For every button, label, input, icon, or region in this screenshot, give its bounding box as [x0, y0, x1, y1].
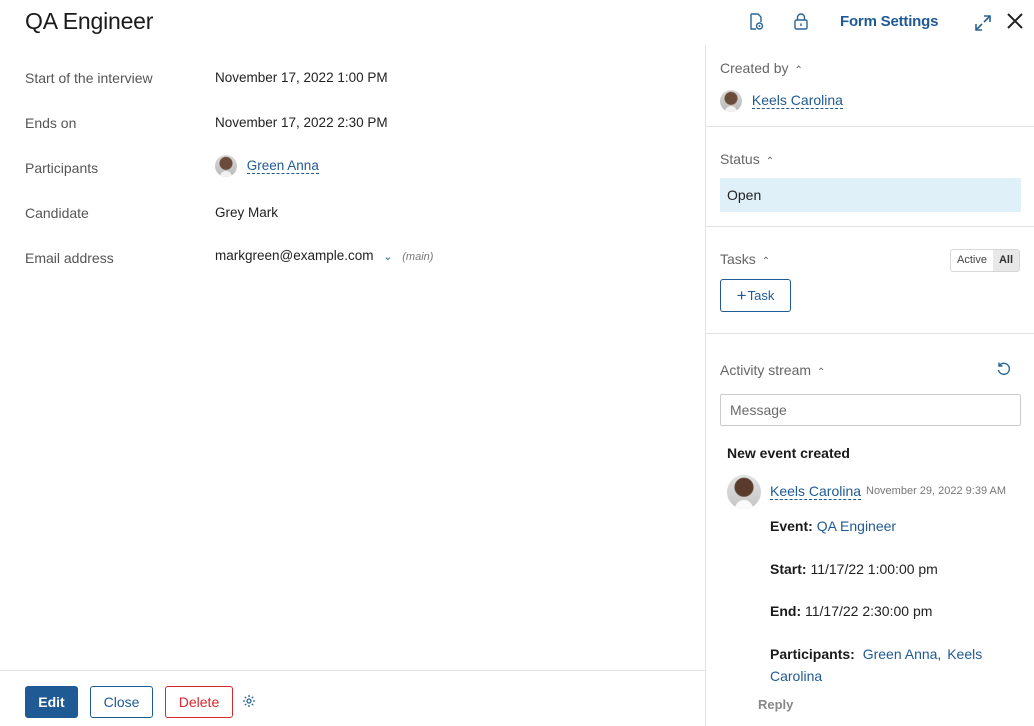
event-details: Start of the interview November 17, 2022…: [0, 45, 705, 670]
avatar: [727, 475, 761, 509]
refresh-icon[interactable]: [996, 361, 1012, 382]
close-icon[interactable]: [1006, 12, 1024, 35]
field-label: Ends on: [25, 115, 77, 131]
close-button[interactable]: Close: [90, 686, 153, 718]
chevron-down-icon[interactable]: ⌄: [383, 251, 392, 263]
event-label: Event:: [770, 518, 813, 534]
end-line: End: 11/17/22 2:30:00 pm: [770, 603, 932, 619]
avatar: [215, 155, 237, 177]
section-title: Created by: [720, 60, 789, 76]
message-input[interactable]: [720, 394, 1021, 426]
gear-icon[interactable]: [242, 694, 256, 713]
event-link[interactable]: QA Engineer: [817, 518, 896, 534]
author-link[interactable]: Keels Carolina: [770, 483, 862, 500]
creator-link[interactable]: Keels Carolina: [751, 91, 843, 109]
field-value: November 17, 2022 1:00 PM: [215, 70, 388, 85]
footer-toolbar: Edit Close Delete: [0, 670, 705, 726]
field-value: November 17, 2022 2:30 PM: [215, 115, 388, 130]
activity-stream-toggle[interactable]: Activity stream ⌃: [720, 362, 825, 378]
status-section: Status ⌃: [706, 127, 1034, 227]
event-timestamp: November 29, 2022 9:39 AM: [866, 485, 1007, 497]
lock-icon[interactable]: [793, 12, 809, 36]
email-value: markgreen@example.com: [215, 248, 374, 263]
end-label: End:: [770, 603, 802, 619]
document-settings-icon[interactable]: [748, 13, 764, 36]
participant-link[interactable]: Keels: [947, 646, 982, 662]
end-value: 11/17/22 2:30:00 pm: [805, 603, 933, 619]
filter-all[interactable]: All: [992, 250, 1020, 271]
section-title: Status: [720, 151, 760, 167]
field-label: Email address: [25, 250, 114, 266]
participant-link[interactable]: Carolina: [770, 668, 822, 684]
created-by-section: Created by ⌃ Keels Carolina: [706, 45, 1034, 127]
avatar: [720, 90, 742, 112]
add-task-label: Task: [747, 288, 775, 303]
sidebar: Created by ⌃ Keels Carolina Status ⌃ Open …: [706, 45, 1034, 726]
created-by-user: Keels Carolina: [720, 90, 843, 112]
chevron-up-icon: ⌃: [817, 367, 826, 378]
field-value: markgreen@example.com ⌄ (main): [215, 248, 433, 263]
section-title: Activity stream: [720, 362, 812, 378]
reply-link[interactable]: Reply: [758, 697, 793, 712]
start-value: 11/17/22 1:00:00 pm: [810, 561, 938, 577]
field-label: Start of the interview: [25, 70, 153, 86]
participant-link[interactable]: Green Anna: [246, 157, 319, 174]
section-title: Tasks: [720, 251, 756, 267]
status-toggle[interactable]: Status ⌃: [720, 151, 774, 167]
field-value: Grey Mark: [215, 205, 279, 220]
form-settings-link[interactable]: Form Settings: [840, 13, 938, 30]
tasks-toggle[interactable]: Tasks ⌃: [720, 251, 770, 267]
chevron-up-icon: ⌃: [761, 256, 771, 267]
delete-button[interactable]: Delete: [165, 686, 233, 718]
participants-line: Participants: Green Anna, Keels: [770, 646, 982, 662]
created-by-toggle[interactable]: Created by ⌃: [720, 60, 803, 76]
task-filter-toggle: Active All: [950, 249, 1021, 272]
expand-icon[interactable]: [974, 14, 992, 37]
chevron-up-icon: ⌃: [794, 65, 803, 76]
page-title: QA Engineer: [25, 8, 154, 34]
participants-label: Participants:: [770, 646, 855, 662]
participants-line-wrap: Carolina: [770, 668, 822, 684]
plus-icon: +: [736, 286, 747, 305]
participant-link[interactable]: Green Anna,: [863, 646, 942, 662]
start-line: Start: 11/17/22 1:00:00 pm: [770, 561, 938, 577]
field-value: Green Anna: [215, 155, 319, 177]
event-line: Event: QA Engineer: [770, 518, 896, 534]
field-label: Participants: [25, 160, 99, 176]
add-task-button[interactable]: + Task: [720, 279, 791, 312]
status-value[interactable]: Open: [720, 178, 1021, 212]
edit-button[interactable]: Edit: [25, 686, 78, 718]
start-label: Start:: [770, 561, 807, 577]
event-heading: New event created: [727, 445, 850, 461]
filter-active[interactable]: Active: [951, 250, 993, 271]
email-main-note: (main): [402, 251, 434, 263]
field-label: Candidate: [25, 205, 89, 221]
chevron-up-icon: ⌃: [765, 156, 775, 167]
